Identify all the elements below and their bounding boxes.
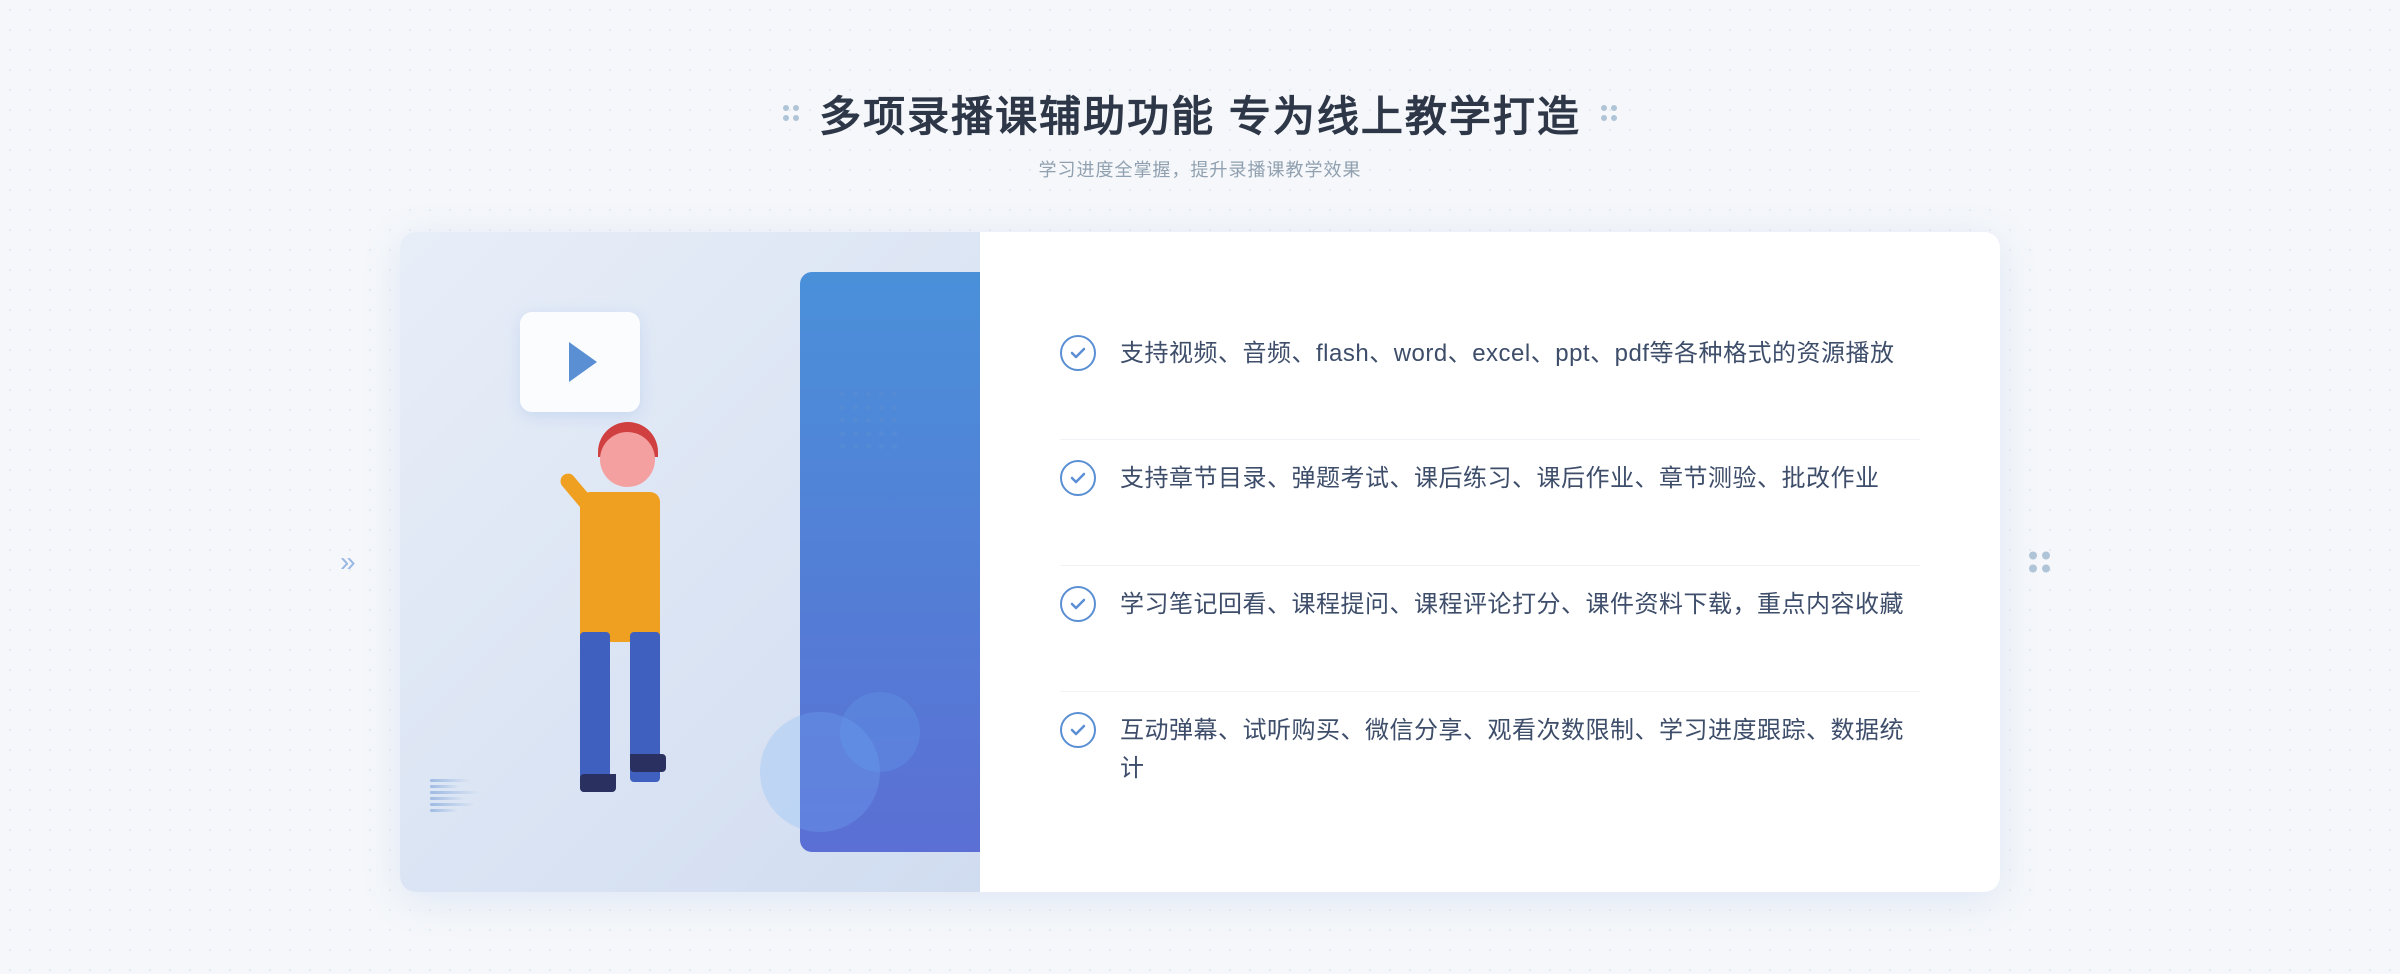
character-shoe-right [630, 754, 666, 772]
illustration-area [400, 232, 980, 892]
header-section: 多项录播课辅助功能 专为线上教学打造 学习进度全掌握，提升录播课教学效果 [783, 83, 1617, 182]
right-dot-2 [2042, 551, 2050, 559]
check-svg-4 [1068, 720, 1088, 740]
left-decorator-dots [783, 105, 799, 121]
character-leg-right [630, 632, 660, 782]
right-decorator-dots [1601, 105, 1617, 121]
check-icon-1 [1060, 335, 1096, 371]
right-dot-4 [2042, 564, 2050, 572]
feature-text-2: 支持章节目录、弹题考试、课后练习、课后作业、章节测验、批改作业 [1120, 460, 1880, 498]
right-dot-3 [2029, 564, 2037, 572]
page-container: 多项录播课辅助功能 专为线上教学打造 学习进度全掌握，提升录播课教学效果 » [0, 43, 2400, 932]
feature-item-1: 支持视频、音频、flash、word、excel、ppt、pdf等各种格式的资源… [1060, 315, 1920, 393]
features-area: 支持视频、音频、flash、word、excel、ppt、pdf等各种格式的资源… [980, 232, 2000, 892]
character-shoe-left [580, 774, 616, 792]
feature-text-1: 支持视频、音频、flash、word、excel、ppt、pdf等各种格式的资源… [1120, 335, 1894, 373]
feature-item-3: 学习笔记回看、课程提问、课程评论打分、课件资料下载，重点内容收藏 [1060, 565, 1920, 644]
check-icon-3 [1060, 586, 1096, 622]
feature-text-4: 互动弹幕、试听购买、微信分享、观看次数限制、学习进度跟踪、数据统计 [1120, 712, 1920, 789]
check-svg-3 [1068, 594, 1088, 614]
dots-grid-decoration [840, 392, 900, 452]
deco-circle-small [840, 692, 920, 772]
check-svg-2 [1068, 468, 1088, 488]
character-leg-left [580, 632, 610, 792]
feature-text-3: 学习笔记回看、课程提问、课程评论打分、课件资料下载，重点内容收藏 [1120, 586, 1904, 624]
character-body [580, 492, 660, 642]
chevron-left-icon: » [340, 546, 356, 578]
check-svg-1 [1068, 343, 1088, 363]
content-section: » [400, 232, 2000, 892]
right-dot-1 [2029, 551, 2037, 559]
character-illustration [450, 372, 750, 892]
header-decorators: 多项录播课辅助功能 专为线上教学打造 [783, 83, 1617, 144]
page-title: 多项录播课辅助功能 专为线上教学打造 [819, 83, 1581, 144]
feature-item-2: 支持章节目录、弹题考试、课后练习、课后作业、章节测验、批改作业 [1060, 439, 1920, 518]
feature-item-4: 互动弹幕、试听购买、微信分享、观看次数限制、学习进度跟踪、数据统计 [1060, 691, 1920, 809]
character-legs [580, 632, 660, 812]
left-arrows-decoration: » [340, 546, 356, 578]
character-head [600, 432, 655, 487]
check-icon-2 [1060, 460, 1096, 496]
check-icon-4 [1060, 712, 1096, 748]
page-subtitle: 学习进度全掌握，提升录播课教学效果 [783, 156, 1617, 182]
right-decorator [2029, 551, 2050, 572]
